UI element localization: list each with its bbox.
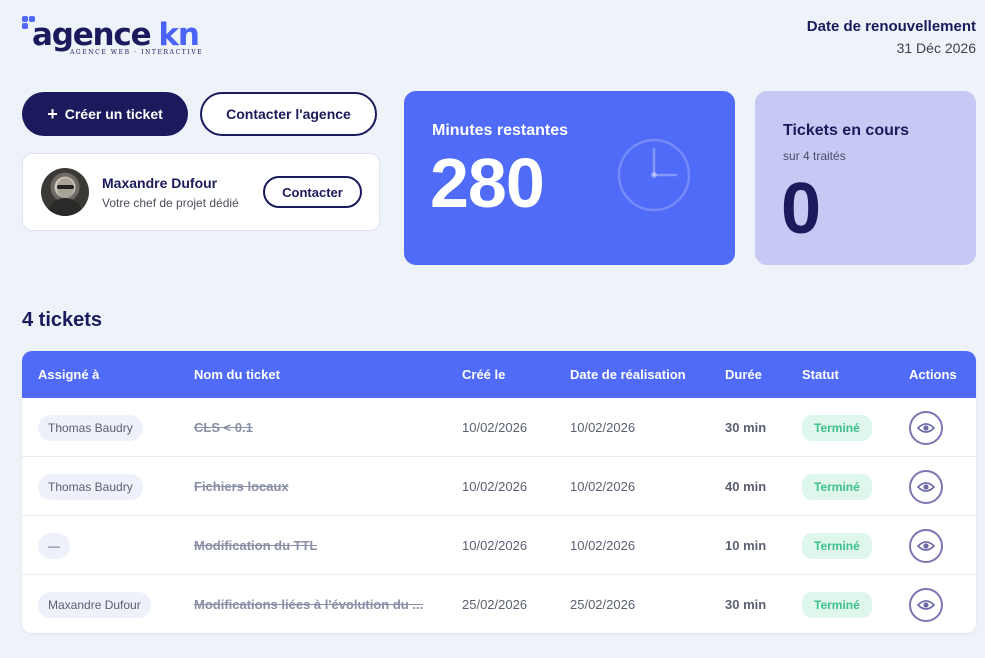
created-date: 25/02/2026 — [462, 597, 528, 612]
avatar — [41, 168, 89, 216]
col-duration: Durée — [725, 367, 762, 382]
eye-icon — [917, 599, 935, 610]
agency-logo[interactable]: agence kn AGENCE WEB · INTERACTIVE — [22, 16, 202, 60]
eye-icon — [917, 540, 935, 551]
status-badge: Terminé — [802, 414, 872, 441]
assignee-chip: Maxandre Dufour — [38, 591, 151, 618]
table-row: Maxandre Dufour Modifications liées à l'… — [22, 575, 976, 633]
col-ticket-name: Nom du ticket — [194, 367, 280, 382]
tickets-in-progress-label: Tickets en cours — [783, 122, 909, 139]
project-manager-name: Maxandre Dufour — [102, 175, 218, 191]
contact-manager-button[interactable]: Contacter — [263, 176, 362, 208]
plus-icon: + — [47, 104, 58, 124]
created-date: 10/02/2026 — [462, 420, 528, 435]
tickets-table: Assigné à Nom du ticket Créé le Date de … — [22, 351, 976, 633]
done-date: 10/02/2026 — [570, 420, 636, 435]
logo-tagline: AGENCE WEB · INTERACTIVE — [70, 49, 204, 56]
view-ticket-button[interactable] — [909, 410, 943, 445]
view-ticket-button[interactable] — [909, 469, 943, 504]
contact-agency-button[interactable]: Contacter l'agence — [200, 92, 377, 136]
renewal-info: Date de renouvellement 31 Déc 2026 — [807, 18, 976, 56]
created-date: 10/02/2026 — [462, 538, 528, 553]
tickets-in-progress-value: 0 — [781, 169, 822, 249]
minutes-value: 280 — [430, 144, 545, 222]
col-status: Statut — [802, 367, 839, 382]
done-date: 25/02/2026 — [570, 597, 636, 612]
renewal-date: 31 Déc 2026 — [896, 40, 976, 56]
clock-icon — [617, 138, 691, 212]
minutes-remaining-card: Minutes restantes 280 — [404, 91, 735, 265]
view-ticket-button[interactable] — [909, 528, 943, 563]
tickets-in-progress-card: Tickets en cours sur 4 traités 0 — [755, 91, 976, 265]
table-row: Thomas Baudry Fichiers locaux 10/02/2026… — [22, 457, 976, 516]
project-manager-role: Votre chef de projet dédié — [102, 196, 239, 210]
renewal-title: Date de renouvellement — [806, 18, 976, 35]
project-manager-card: Maxandre Dufour Votre chef de projet déd… — [22, 153, 380, 231]
assignee-chip: Thomas Baudry — [38, 414, 143, 441]
status-badge: Terminé — [802, 473, 872, 500]
status-badge: Terminé — [802, 591, 872, 618]
col-assignee: Assigné à — [38, 367, 100, 382]
assignee-chip: — — [38, 532, 70, 559]
ticket-name: Modification du TTL — [194, 538, 318, 553]
assignee-chip: Thomas Baudry — [38, 473, 143, 500]
table-header: Assigné à Nom du ticket Créé le Date de … — [22, 351, 976, 398]
minutes-label: Minutes restantes — [432, 122, 569, 139]
ticket-name: Fichiers locaux — [194, 479, 289, 494]
duration: 40 min — [725, 479, 767, 494]
done-date: 10/02/2026 — [570, 538, 636, 553]
eye-icon — [917, 422, 935, 433]
tickets-processed-sub: sur 4 traités — [783, 149, 846, 163]
ticket-name: Modifications liées à l'évolution du ... — [194, 597, 424, 612]
duration: 30 min — [725, 420, 767, 435]
duration: 10 min — [725, 538, 767, 553]
table-row: — Modification du TTL 10/02/2026 10/02/2… — [22, 516, 976, 575]
status-badge: Terminé — [802, 532, 872, 559]
eye-icon — [917, 481, 935, 492]
ticket-name: CLS < 0.1 — [194, 420, 253, 435]
duration: 30 min — [725, 597, 767, 612]
col-created: Créé le — [462, 367, 506, 382]
col-done-date: Date de réalisation — [570, 367, 686, 382]
table-row: Thomas Baudry CLS < 0.1 10/02/2026 10/02… — [22, 398, 976, 457]
done-date: 10/02/2026 — [570, 479, 636, 494]
created-date: 10/02/2026 — [462, 479, 528, 494]
create-ticket-button[interactable]: + Créer un ticket — [22, 92, 188, 136]
create-ticket-label: Créer un ticket — [64, 106, 163, 122]
tickets-count-title: 4 tickets — [22, 309, 103, 331]
col-actions: Actions — [909, 367, 957, 382]
view-ticket-button[interactable] — [909, 587, 943, 622]
logo-wordmark: agence kn — [32, 17, 200, 53]
